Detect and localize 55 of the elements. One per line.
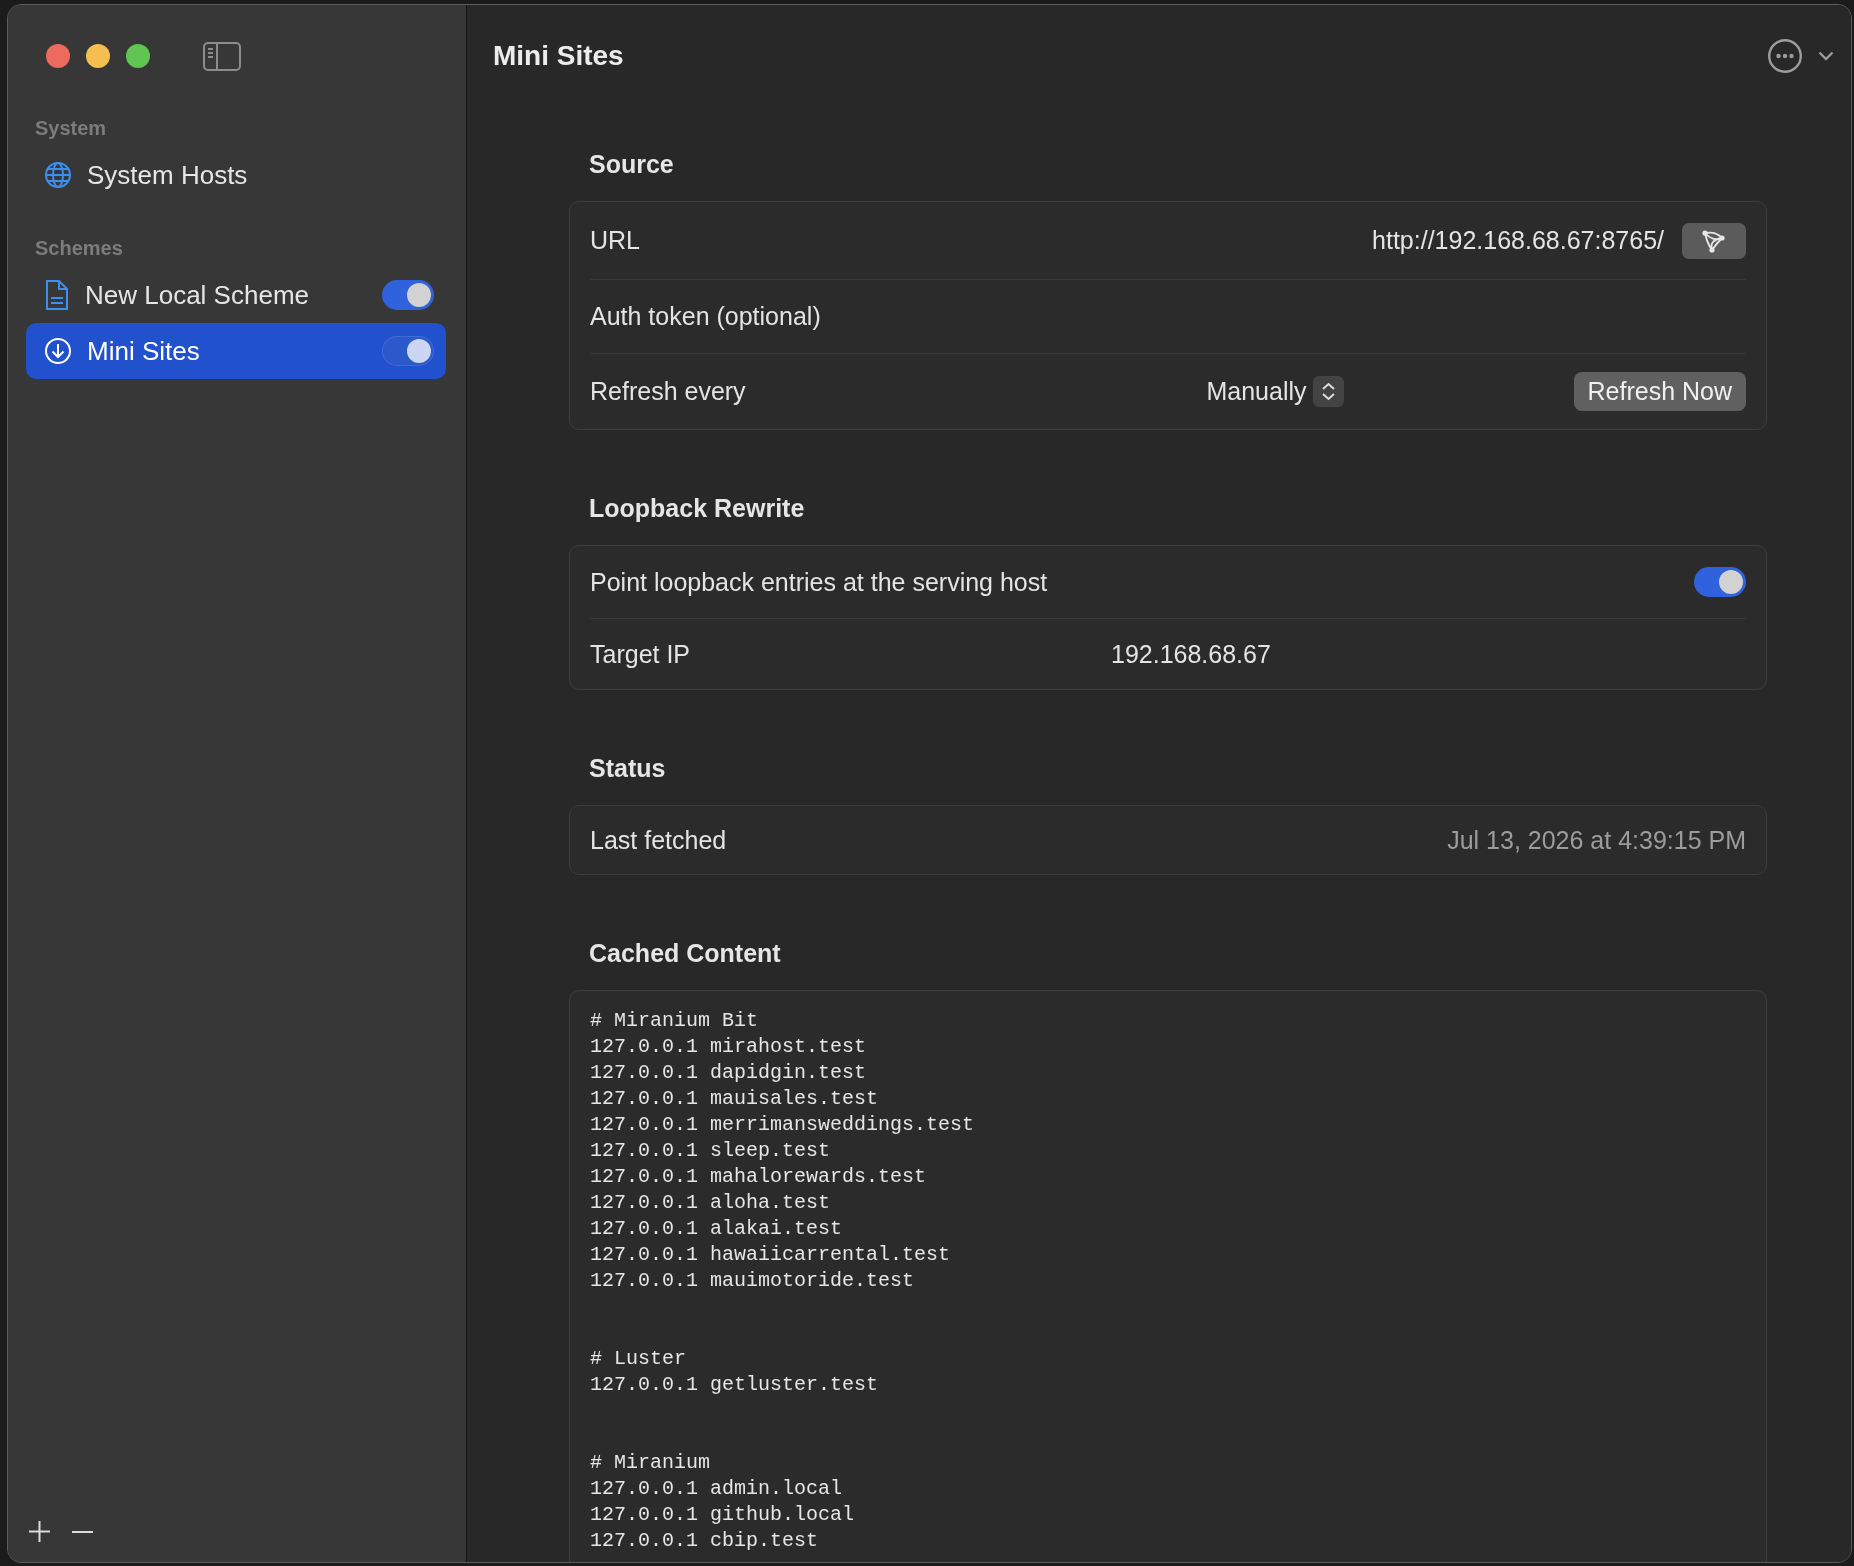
code-line: 127.0.0.1 aloha.test [590, 1190, 832, 1216]
section-header: Loopback Rewrite [588, 493, 806, 523]
code-line: # Miranium Bit [590, 1008, 760, 1034]
field-label: Target IP [590, 639, 692, 669]
timestamp-value: Jul 13, 2026 at 4:39:15 PM [1447, 825, 1746, 855]
code-line: 127.0.0.1 mirahost.test [590, 1034, 868, 1060]
connected-dots-icon [1701, 228, 1727, 253]
field-label: Refresh every [590, 377, 747, 406]
toggle-switch[interactable] [1694, 567, 1746, 597]
url-field[interactable]: http://192.168.68.67:8765/ [1372, 226, 1664, 255]
toggle-label: Point loopback entries at the serving host [590, 567, 1049, 597]
url-action-button[interactable] [1682, 222, 1746, 259]
sidebar-item[interactable]: System Hosts [26, 147, 446, 203]
code-line: 127.0.0.1 mauimotoride.test [590, 1268, 916, 1294]
document-icon [45, 280, 69, 310]
code-line: 127.0.0.1 mahalorewards.test [590, 1164, 928, 1190]
section-header: Cached Content [588, 938, 782, 968]
section-header: Status [588, 753, 667, 783]
section-header: Schemes [34, 236, 124, 260]
code-line: # Miranium [590, 1450, 712, 1476]
chevron-down-icon[interactable] [1818, 51, 1834, 61]
plus-icon[interactable] [29, 1521, 50, 1542]
code-line: 127.0.0.1 hawaiicarrental.test [590, 1242, 952, 1268]
code-line: 127.0.0.1 github.local [590, 1502, 856, 1528]
stepper-icon [1312, 376, 1344, 407]
section-header: System [34, 116, 108, 140]
ip-value: 192.168.68.67 [1111, 639, 1271, 669]
fullscreen-icon[interactable] [126, 44, 150, 68]
field-label: Last fetched [590, 825, 727, 855]
code-line: 127.0.0.1 admin.local [590, 1476, 844, 1502]
code-line: 127.0.0.1 getluster.test [590, 1372, 880, 1398]
refresh-interval-picker[interactable]: Manually [1206, 376, 1344, 407]
window-title: Mini Sites [493, 40, 625, 72]
code-line: # Luster [590, 1346, 687, 1372]
code-line: 127.0.0.1 dapidgin.test [590, 1060, 868, 1086]
toggle-switch[interactable] [382, 280, 434, 310]
refresh-now-button[interactable]: Refresh Now [1573, 372, 1746, 411]
globe-icon [45, 162, 71, 188]
field-label: Auth token (optional) [590, 302, 821, 331]
sidebar-item[interactable]: Mini Sites [26, 323, 446, 379]
code-line: 127.0.0.1 cbip.test [590, 1528, 820, 1554]
download-icon [45, 338, 71, 364]
code-line: 127.0.0.1 sleep.test [590, 1138, 832, 1164]
code-line: 127.0.0.1 merrimansweddings.test [590, 1112, 976, 1138]
minimize-icon[interactable] [86, 44, 110, 68]
toggle-switch[interactable] [382, 336, 434, 366]
close-icon[interactable] [46, 44, 70, 68]
minus-icon[interactable] [72, 1530, 93, 1533]
sidebar-icon[interactable] [203, 41, 241, 71]
code-line: 127.0.0.1 alakai.test [590, 1216, 844, 1242]
more-icon[interactable] [1768, 39, 1802, 73]
field-label: URL [590, 226, 640, 255]
sidebar-item[interactable]: New Local Scheme [26, 267, 446, 323]
code-line: 127.0.0.1 mauisales.test [590, 1086, 880, 1112]
section-header: Source [588, 149, 675, 179]
